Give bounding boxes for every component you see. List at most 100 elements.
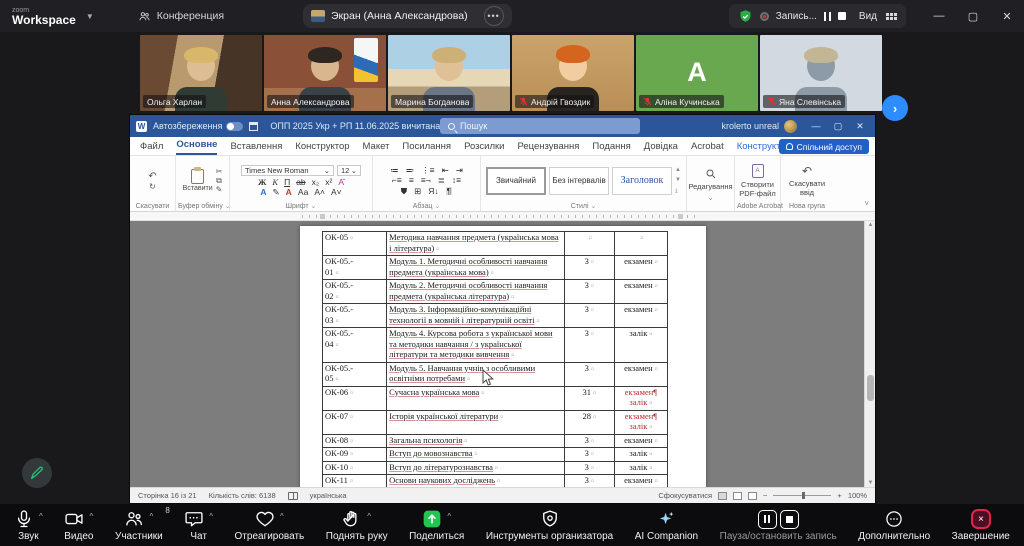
minimize-button[interactable]: —	[922, 10, 956, 22]
align-center-icon[interactable]: ≡	[409, 176, 414, 185]
multilevel-list-icon[interactable]: ⋮≡	[421, 166, 434, 175]
participant-tile[interactable]: Андрій Гвоздик	[512, 35, 634, 111]
numbered-list-icon[interactable]: ≕	[406, 166, 415, 175]
zoom-in-icon[interactable]: +	[837, 491, 841, 500]
style-normal[interactable]: Звичайний	[486, 167, 546, 195]
line-spacing-icon[interactable]: ↕≡	[452, 176, 461, 185]
borders-icon[interactable]: ⊞	[414, 187, 421, 196]
annotate-button[interactable]	[22, 458, 52, 488]
toolbar-button[interactable]: Дополнительно	[858, 508, 930, 542]
language-indicator[interactable]: українська	[310, 491, 347, 500]
participant-tile[interactable]: Анна Александрова	[264, 35, 386, 111]
focus-mode-button[interactable]: Сфокусуватися	[658, 491, 712, 500]
zoom-slider[interactable]	[773, 495, 831, 496]
chevron-up-icon[interactable]: ^	[209, 512, 213, 521]
ribbon-tab[interactable]: Посилання	[402, 141, 451, 155]
toolbar-button[interactable]: Пауза/остановить запись	[720, 508, 837, 542]
outdent-icon[interactable]: ⇤	[442, 166, 449, 175]
superscript-icon[interactable]: x²	[325, 178, 332, 187]
tab-screen-share[interactable]: Экран (Анна Александрова) •••	[303, 4, 512, 28]
ribbon-tab[interactable]: Довідка	[644, 141, 678, 155]
font-name-select[interactable]: Times New Roman⌄	[241, 165, 334, 176]
ribbon-tab[interactable]: Конструктор	[295, 141, 349, 155]
zoom-out-icon[interactable]: −	[763, 491, 767, 500]
font-size-select[interactable]: 12⌄	[337, 165, 361, 176]
word-maximize-button[interactable]: ▢	[827, 121, 849, 132]
editing-button[interactable]: Редагування⌄	[688, 168, 732, 202]
bold-icon[interactable]: Ж	[258, 178, 266, 187]
style-no-spacing[interactable]: Без інтервалів	[549, 167, 609, 195]
pause-recording-icon[interactable]	[824, 12, 831, 21]
next-participants-button[interactable]: ›	[882, 95, 908, 121]
scroll-up-icon[interactable]: ▲	[865, 222, 875, 228]
autosave-toggle[interactable]	[226, 122, 243, 131]
account-info[interactable]: krolerto unreal	[721, 120, 797, 133]
web-layout-icon[interactable]	[748, 492, 757, 500]
toolbar-button[interactable]: ^ 8 Участники	[115, 508, 163, 542]
styles-more-icon[interactable]: ⤓	[675, 188, 681, 195]
scroll-down-icon[interactable]: ▼	[865, 480, 875, 486]
tab-options-icon[interactable]: •••	[484, 6, 504, 26]
zoom-level[interactable]: 100%	[848, 491, 867, 500]
toolbar-button[interactable]: ^ Звук	[14, 508, 43, 542]
paste-button[interactable]: Вставити	[183, 169, 213, 192]
scrollbar-thumb[interactable]	[867, 375, 874, 401]
sort-icon[interactable]: Я↓	[428, 187, 438, 196]
word-count[interactable]: Кількість слів: 6138	[209, 491, 276, 500]
format-painter-icon[interactable]: ✎	[216, 186, 223, 194]
indent-icon[interactable]: ⇥	[456, 166, 463, 175]
stop-recording-icon[interactable]	[838, 12, 846, 20]
maximize-button[interactable]: ▢	[956, 10, 990, 23]
shading-icon[interactable]: ⛊	[401, 187, 407, 196]
strikethrough-icon[interactable]: ab	[296, 178, 305, 187]
close-button[interactable]: ✕	[990, 10, 1024, 23]
collapse-ribbon-icon[interactable]: ˅	[864, 199, 869, 208]
participant-tile[interactable]: Марина Богданова	[388, 35, 510, 111]
styles-up-icon[interactable]: ▲	[675, 167, 681, 173]
toolbar-button[interactable]: Инструменты организатора	[486, 508, 613, 542]
chevron-up-icon[interactable]: ^	[89, 512, 93, 521]
autosave-control[interactable]: Автозбереження	[153, 121, 243, 131]
chevron-up-icon[interactable]: ^	[39, 512, 43, 521]
chevron-up-icon[interactable]: ^	[367, 512, 371, 521]
toolbar-button[interactable]: ^ Поднять руку	[326, 508, 388, 542]
document-canvas[interactable]: ОК-05 Методика навчання предмета (україн…	[130, 221, 875, 487]
participant-tile[interactable]: A Аліна Кучинська	[636, 35, 758, 111]
highlight-icon[interactable]: ✎	[273, 188, 280, 197]
toolbar-button[interactable]: ^ Поделиться	[409, 508, 464, 542]
create-pdf-button[interactable]: A Створити PDF-файл	[737, 164, 778, 198]
align-right-icon[interactable]: ≡¬	[421, 176, 431, 185]
subscript-icon[interactable]: x₂	[312, 178, 320, 187]
show-formatting-icon[interactable]: ¶	[446, 187, 453, 196]
ribbon-tab[interactable]: Розсилки	[464, 141, 504, 155]
view-button[interactable]: Вид	[859, 11, 877, 22]
chevron-up-icon[interactable]: ^	[447, 512, 451, 521]
proofing-icon[interactable]	[288, 492, 298, 500]
toolbar-button[interactable]: × Завершение	[952, 508, 1010, 542]
word-search[interactable]: Пошук	[440, 118, 640, 134]
read-mode-icon[interactable]	[718, 492, 727, 500]
align-left-icon[interactable]: ⌐≡	[392, 176, 402, 185]
font-color-icon[interactable]: А	[260, 188, 266, 197]
underline-icon[interactable]: П	[284, 178, 290, 187]
style-heading[interactable]: Заголовок	[612, 167, 672, 195]
change-case-icon[interactable]: Аа	[298, 188, 309, 197]
toolbar-button[interactable]: ^ Отреагировать	[235, 508, 305, 542]
print-layout-icon[interactable]	[733, 492, 742, 500]
save-icon[interactable]	[249, 122, 258, 131]
participant-tile[interactable]: Яна Слевінська	[760, 35, 882, 111]
ribbon-tab[interactable]: Макет	[363, 141, 390, 155]
word-close-button[interactable]: ✕	[849, 121, 871, 132]
share-button[interactable]: Спільний доступ	[779, 139, 869, 154]
chevron-up-icon[interactable]: ^	[280, 512, 284, 521]
styles-down-icon[interactable]: ▼	[675, 177, 681, 183]
security-shield-icon[interactable]	[738, 9, 753, 24]
chevron-up-icon[interactable]: ^	[149, 512, 153, 521]
word-minimize-button[interactable]: —	[805, 121, 827, 132]
undo-input-button[interactable]: ↶ Скасувати ввід	[783, 165, 831, 197]
text-color-icon[interactable]: А	[286, 188, 292, 197]
ribbon-tab[interactable]: Рецензування	[517, 141, 579, 155]
ribbon-tab[interactable]: Acrobat	[691, 141, 724, 155]
chevron-down-icon[interactable]: ▼	[86, 12, 94, 21]
vertical-scrollbar[interactable]: ▲ ▼	[864, 221, 875, 487]
